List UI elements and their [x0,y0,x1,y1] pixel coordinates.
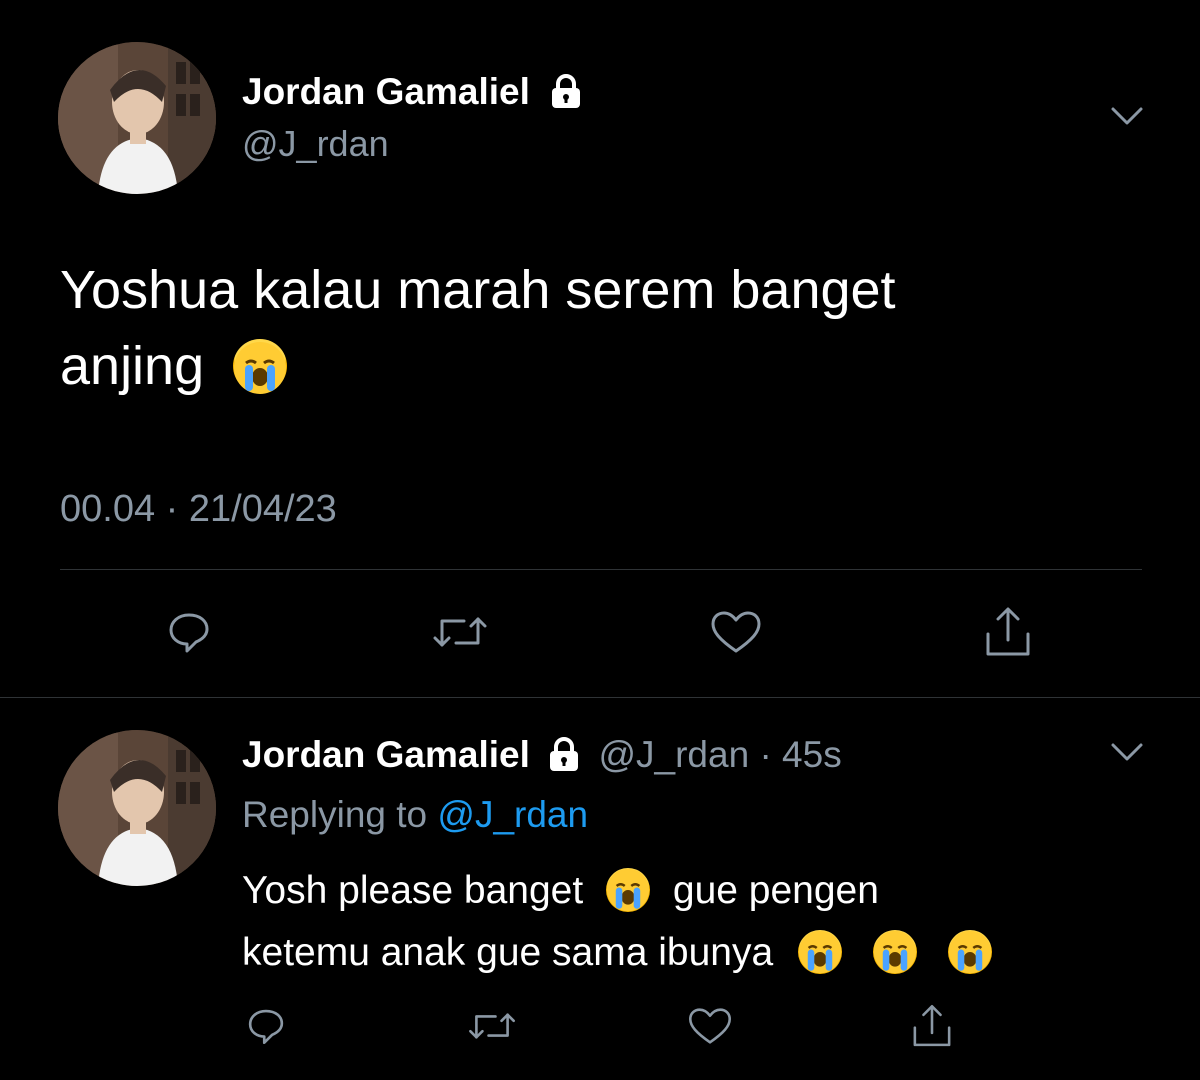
tweet-text-line2-words: anjing [60,336,205,396]
reply-header: Jordan Gamaliel @J_rdan · 45s [242,733,842,777]
reply-text-line2: ketemu anak gue sama ibunya [242,922,1142,984]
reply-text: Yosh please banget gue pengen ketemu ana… [242,860,1142,984]
replying-to-handle[interactable]: @J_rdan [437,794,588,835]
replying-to-label: Replying to [242,794,428,835]
tweet-action-bar [160,604,1040,660]
crying-face-emoji-icon [798,929,843,974]
avatar[interactable] [58,42,216,194]
reply-text-line1: Yosh please banget gue pengen [242,860,1142,922]
reply-text-line2-words: ketemu anak gue sama ibunya [242,931,774,974]
separator-dot: · [759,734,772,775]
author-name-text: Jordan Gamaliel [242,71,530,112]
retweet-icon[interactable] [430,607,490,657]
tweet-text: Yoshua kalau marah serem banget anjing [60,252,1140,404]
reply-age[interactable]: 45s [782,734,842,775]
reply-action-bar [240,1002,960,1050]
divider [60,569,1142,570]
lock-icon [552,74,581,109]
author-name[interactable]: Jordan Gamaliel [242,70,586,114]
lock-icon [550,737,579,772]
avatar[interactable] [58,730,216,886]
author-handle[interactable]: @J_rdan [598,734,749,775]
retweet-icon[interactable] [466,1004,518,1048]
reply-text-line1-b: gue pengen [672,869,879,912]
crying-face-emoji-icon [606,867,651,912]
crying-face-emoji-icon [947,929,992,974]
author-name[interactable]: Jordan Gamaliel [242,734,530,775]
chevron-down-icon[interactable] [1110,740,1144,764]
crying-face-emoji-icon [872,929,917,974]
share-icon[interactable] [908,1002,956,1050]
author-handle[interactable]: @J_rdan [242,122,389,166]
divider [0,697,1200,698]
like-icon[interactable] [708,607,764,657]
like-icon[interactable] [686,1004,734,1048]
tweet-text-line2: anjing [60,328,1140,404]
tweet-text-line1: Yoshua kalau marah serem banget [60,260,896,320]
crying-face-emoji-icon [233,338,288,394]
tweet-timestamp[interactable]: 00.04 · 21/04/23 [60,487,337,531]
replying-to: Replying to @J_rdan [242,793,588,837]
share-icon[interactable] [980,604,1036,660]
reply-icon[interactable] [244,1004,288,1048]
reply-text-line1-a: Yosh please banget [242,869,584,912]
reply-icon[interactable] [164,607,214,657]
chevron-down-icon[interactable] [1110,104,1144,128]
